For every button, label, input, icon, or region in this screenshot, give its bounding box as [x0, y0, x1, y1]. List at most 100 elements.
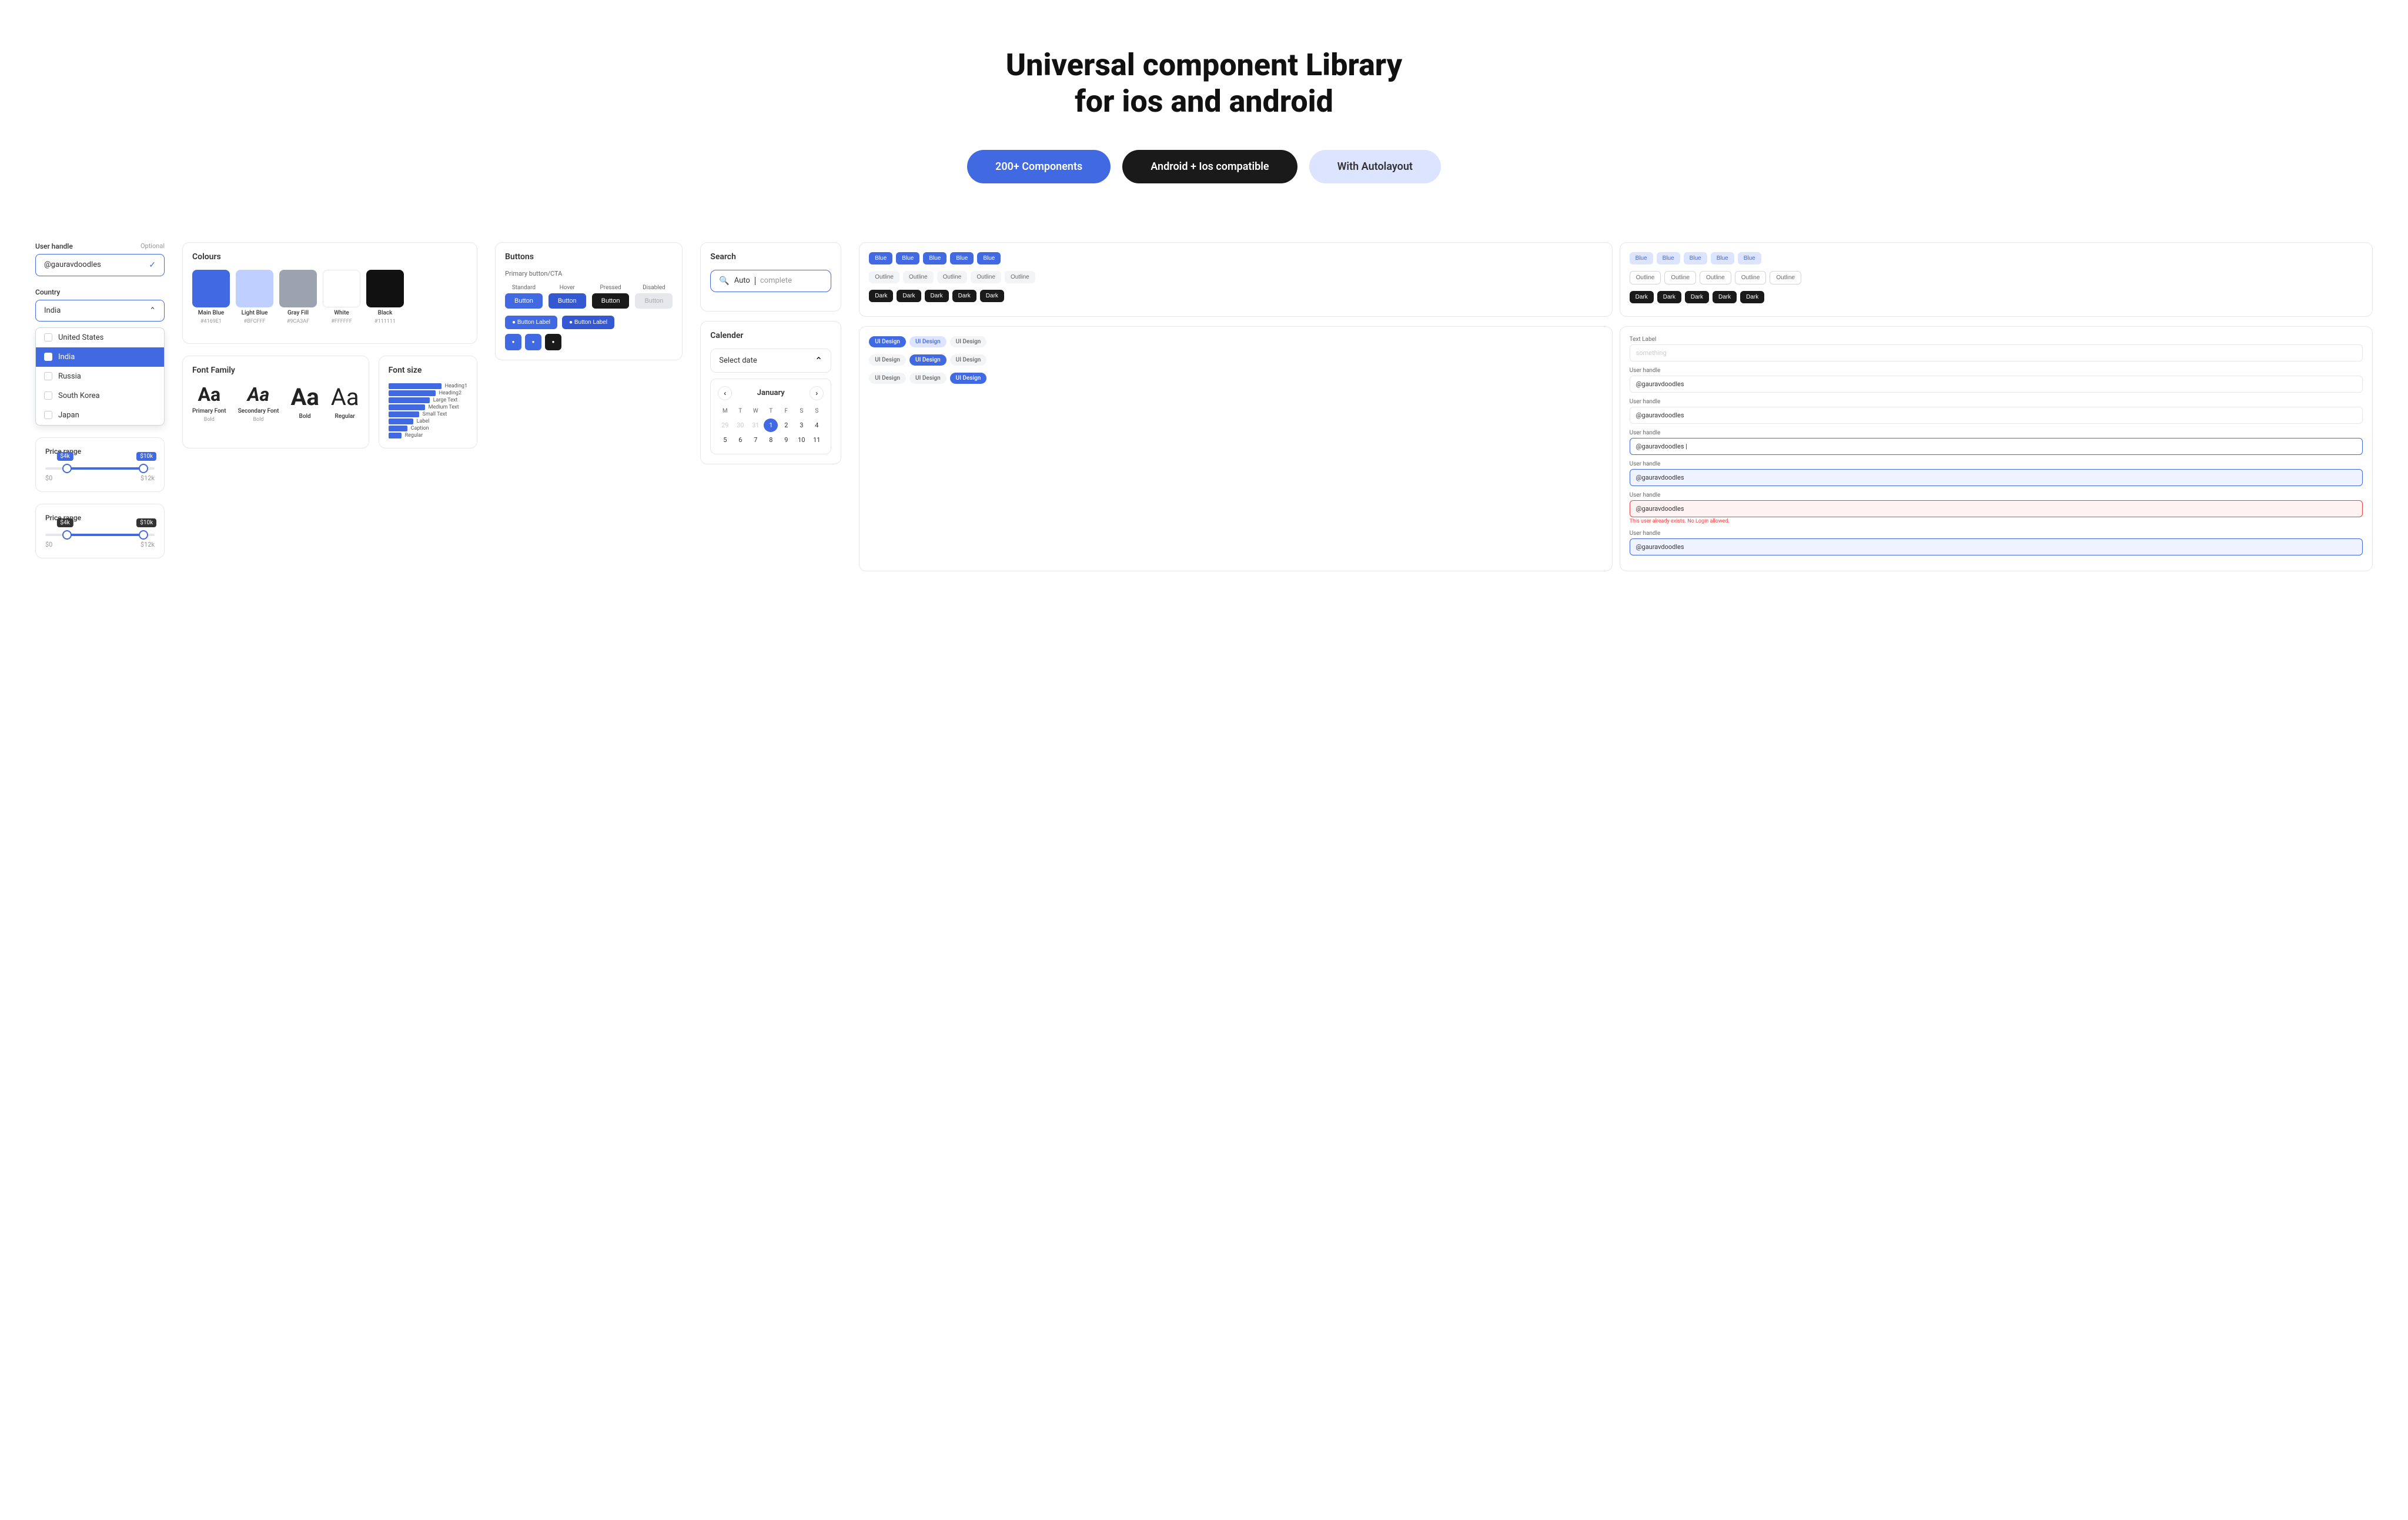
- field-input-2[interactable]: @gauravdoodles: [1630, 407, 2363, 424]
- blue-grid-inner: Blue Blue Blue Blue Blue Outline Outline…: [869, 252, 1602, 306]
- mini-blue-4[interactable]: Blue: [950, 252, 974, 265]
- mini-lb-3[interactable]: Blue: [1684, 252, 1707, 265]
- dot-btn-2[interactable]: ●: [525, 334, 541, 350]
- calendar-select-row[interactable]: Select date ⌃: [710, 349, 831, 373]
- cal-day-header-t2: T: [764, 406, 778, 416]
- mini-lb-2[interactable]: Blue: [1657, 252, 1680, 265]
- mini-gray-2[interactable]: Outline: [903, 271, 934, 283]
- mini-blue-2[interactable]: Blue: [896, 252, 919, 265]
- dropdown-item-japan[interactable]: Japan: [36, 406, 164, 425]
- dot-btn-1[interactable]: ●: [505, 334, 521, 350]
- dot-btn-3[interactable]: ●: [545, 334, 561, 350]
- dropdown-item-india[interactable]: India: [36, 347, 164, 367]
- btn-icon-label-2[interactable]: ● Button Label: [562, 316, 614, 329]
- range-thumb-right-2[interactable]: $10k: [139, 530, 148, 540]
- tag-ui-design-1[interactable]: UI Design: [869, 336, 906, 347]
- mini-dark-1[interactable]: Dark: [869, 290, 893, 302]
- cal-day-6[interactable]: 6: [733, 433, 747, 447]
- tag-ui-design-6[interactable]: UI Design: [950, 354, 987, 366]
- mini-dark-4[interactable]: Dark: [952, 290, 976, 302]
- mini-blue-3[interactable]: Blue: [923, 252, 947, 265]
- android-ios-badge[interactable]: Android + Ios compatible: [1122, 150, 1297, 183]
- font-size-bar-6: [389, 418, 413, 424]
- field-input-4[interactable]: @gauravdoodles: [1630, 469, 2363, 486]
- cal-day-header-s1: S: [794, 406, 808, 416]
- mini-dark-2[interactable]: Dark: [897, 290, 921, 302]
- cal-day-2[interactable]: 2: [779, 418, 793, 432]
- mini-ol-4[interactable]: Outline: [1735, 271, 1767, 284]
- cal-day-4[interactable]: 4: [810, 418, 824, 432]
- mini-blue-1[interactable]: Blue: [869, 252, 892, 265]
- something-input[interactable]: something: [1630, 344, 2363, 361]
- dropdown-item-russia[interactable]: Russia: [36, 367, 164, 386]
- components-badge[interactable]: 200+ Components: [967, 150, 1111, 183]
- btn-standard[interactable]: Button: [505, 293, 543, 309]
- cal-day-11[interactable]: 11: [810, 433, 824, 447]
- cal-day-9[interactable]: 9: [779, 433, 793, 447]
- colors-section: Colours Main Blue #4169E1 Light Blue #BF…: [182, 242, 477, 344]
- blue-button-grid: Blue Blue Blue Blue Blue Outline Outline…: [859, 242, 1612, 317]
- range-thumb-left-2[interactable]: $4k: [62, 530, 72, 540]
- field-input-3[interactable]: @gauravdoodles |: [1630, 438, 2363, 455]
- mini-ol-3[interactable]: Outline: [1700, 271, 1731, 284]
- cal-next-btn[interactable]: ›: [810, 386, 824, 400]
- btn-hover[interactable]: Button: [549, 293, 586, 309]
- tag-ui-design-4[interactable]: UI Design: [869, 354, 906, 366]
- mini-gray-4[interactable]: Outline: [971, 271, 1001, 283]
- icon-label-row: ● Button Label ● Button Label: [505, 316, 673, 329]
- tag-ui-design-5[interactable]: UI Design: [909, 354, 947, 366]
- range-label-left-1: $4k: [56, 452, 73, 461]
- cal-day-1[interactable]: 1: [764, 418, 778, 432]
- mini-blue-5[interactable]: Blue: [977, 252, 1001, 265]
- mini-ol-5[interactable]: Outline: [1770, 271, 1801, 284]
- mini-dk-2[interactable]: Dark: [1657, 291, 1681, 303]
- range-thumb-left-1[interactable]: $4k: [62, 464, 72, 473]
- dropdown-item-south-korea[interactable]: South Korea: [36, 386, 164, 406]
- tag-ui-design-3[interactable]: UI Design: [950, 336, 987, 347]
- range-thumb-right-1[interactable]: $10k: [139, 464, 148, 473]
- country-dropdown-header[interactable]: India ⌃: [35, 300, 165, 322]
- tag-ui-design-8[interactable]: UI Design: [909, 373, 947, 384]
- autolayout-badge[interactable]: With Autolayout: [1309, 150, 1441, 183]
- field-input-6[interactable]: @gauravdoodles: [1630, 538, 2363, 555]
- field-input-1[interactable]: @gauravdoodles: [1630, 376, 2363, 393]
- field-input-5[interactable]: @gauravdoodles: [1630, 500, 2363, 517]
- mini-dk-5[interactable]: Dark: [1740, 291, 1764, 303]
- mini-lb-4[interactable]: Blue: [1711, 252, 1734, 265]
- mini-gray-3[interactable]: Outline: [937, 271, 968, 283]
- cal-day-30[interactable]: 30: [733, 418, 747, 432]
- cal-day-29[interactable]: 29: [718, 418, 732, 432]
- tag-ui-design-7[interactable]: UI Design: [869, 373, 906, 384]
- btn-pressed[interactable]: Button: [592, 293, 630, 309]
- field-label-1: User handle: [1630, 367, 2363, 374]
- mini-lb-1[interactable]: Blue: [1630, 252, 1653, 265]
- mini-ol-2[interactable]: Outline: [1664, 271, 1696, 284]
- mini-dark-3[interactable]: Dark: [925, 290, 949, 302]
- mini-dark-5[interactable]: Dark: [980, 290, 1004, 302]
- cal-day-5[interactable]: 5: [718, 433, 732, 447]
- cal-day-31[interactable]: 31: [748, 418, 762, 432]
- cal-day-10[interactable]: 10: [794, 433, 808, 447]
- btn-disabled-label: Disabled: [643, 284, 665, 291]
- cal-day-8[interactable]: 8: [764, 433, 778, 447]
- mini-lb-5[interactable]: Blue: [1738, 252, 1761, 265]
- mini-gray-1[interactable]: Outline: [869, 271, 899, 283]
- mini-dk-1[interactable]: Dark: [1630, 291, 1654, 303]
- cal-prev-btn[interactable]: ‹: [718, 386, 732, 400]
- tag-ui-design-2[interactable]: UI Design: [909, 336, 947, 347]
- cal-day-7[interactable]: 7: [748, 433, 762, 447]
- btn-icon-label-1[interactable]: ● Button Label: [505, 316, 557, 329]
- field-label-6: User handle: [1630, 530, 2363, 537]
- user-handle-input[interactable]: @gauravdoodles ✓: [35, 254, 165, 276]
- hero-badges: 200+ Components Android + Ios compatible…: [24, 150, 2384, 183]
- swatch-white: White #FFFFFF: [323, 270, 360, 324]
- mini-gray-5[interactable]: Outline: [1005, 271, 1035, 283]
- search-input-box[interactable]: 🔍 Auto complete: [710, 270, 831, 292]
- mini-ol-1[interactable]: Outline: [1630, 271, 1661, 284]
- mini-dk-3[interactable]: Dark: [1685, 291, 1709, 303]
- cal-day-3[interactable]: 3: [794, 418, 808, 432]
- font-preview-bold: Aa: [290, 383, 319, 411]
- tag-ui-design-9[interactable]: UI Design: [950, 373, 987, 384]
- mini-dk-4[interactable]: Dark: [1713, 291, 1737, 303]
- dropdown-item-us[interactable]: United States: [36, 328, 164, 347]
